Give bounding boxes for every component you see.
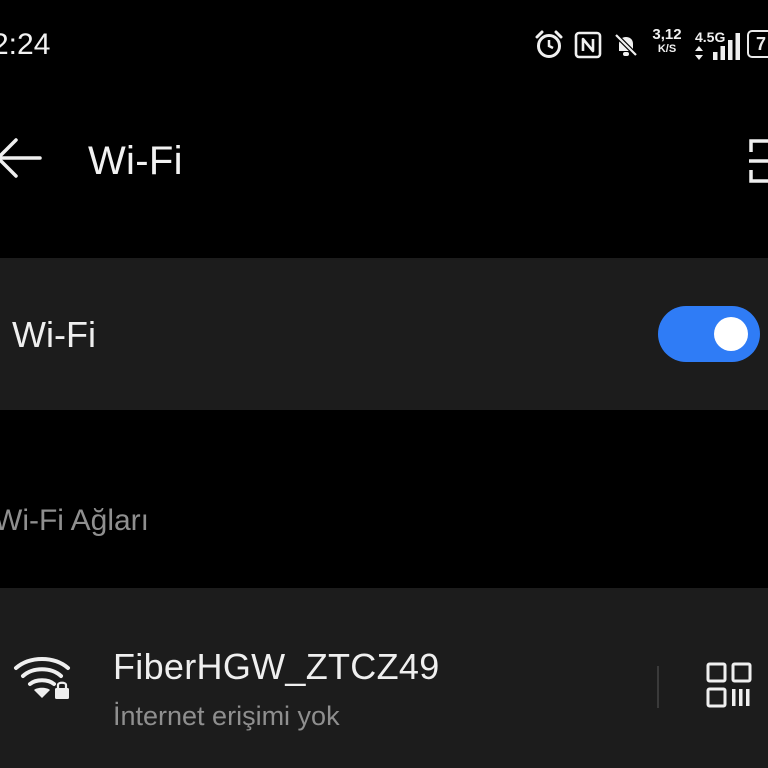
battery-icon: 7 [747,30,768,58]
status-bar: 2:24 3,12 K/S 4.5G 7 [0,0,768,92]
scan-icon[interactable] [748,138,768,184]
network-ssid: FiberHGW_ZTCZ49 [113,646,440,687]
qr-code-icon[interactable] [706,662,752,708]
wifi-toggle-row[interactable]: Wi-Fi [0,258,768,410]
network-list-item[interactable]: FiberHGW_ZTCZ49 İnternet erişimi yok [0,588,768,768]
app-bar: Wi-Fi [0,92,768,242]
data-arrows-icon [695,46,703,60]
wifi-locked-icon [14,657,70,699]
section-header-wifi-networks: Wi-Fi Ağları [0,504,150,537]
status-clock: 2:24 [0,28,51,61]
bell-muted-icon [614,33,638,57]
alarm-icon [535,30,563,58]
nfc-icon [574,31,602,59]
battery-level: 7 [756,34,767,54]
signal-bars-icon [713,33,740,60]
speed-value: 3,12 [652,26,682,43]
network-speed: 3,12 K/S [647,26,687,56]
network-status: İnternet erişimi yok [113,701,340,731]
switch-knob [714,317,748,351]
item-divider [657,666,659,708]
page-title: Wi-Fi [88,139,183,183]
arrow-left-icon[interactable] [0,136,46,180]
speed-unit: K/S [657,43,677,55]
wifi-toggle-switch[interactable] [658,306,760,362]
wifi-toggle-label: Wi-Fi [12,314,96,355]
